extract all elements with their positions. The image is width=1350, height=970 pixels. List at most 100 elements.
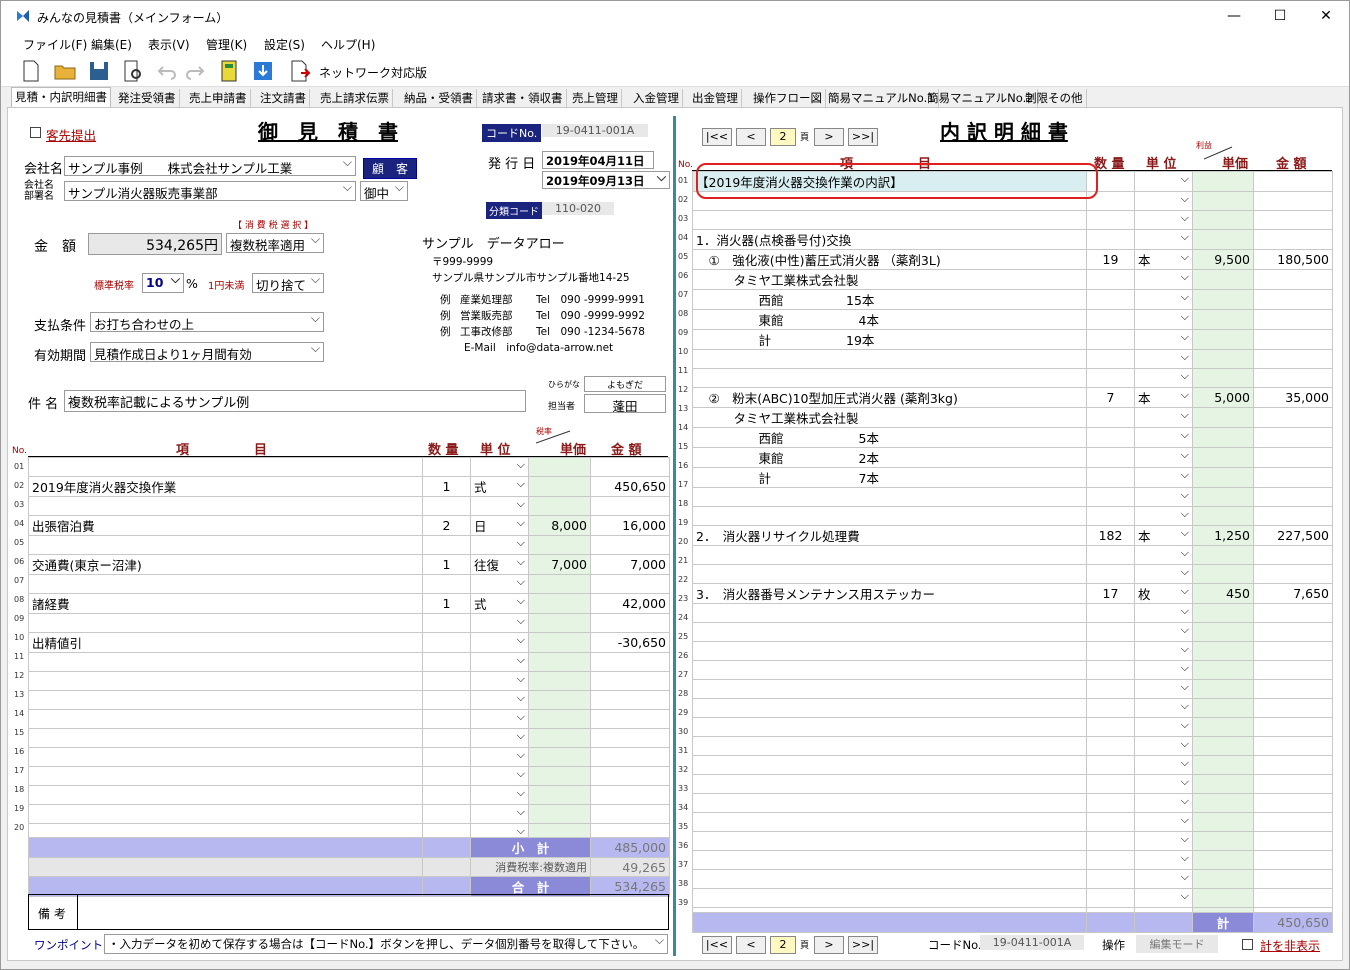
- std-rate-select[interactable]: 10: [142, 273, 184, 293]
- tab-restrictions[interactable]: 制限その他: [1022, 89, 1087, 107]
- amount-cell[interactable]: [1253, 487, 1333, 507]
- item-cell[interactable]: 計 7本: [692, 467, 1087, 488]
- chevron-down-icon[interactable]: ⌵: [517, 806, 525, 820]
- item-cell[interactable]: ② 粉末(ABC)10型加圧式消火器 (薬剤3kg): [692, 387, 1087, 408]
- price-cell[interactable]: [1192, 679, 1254, 699]
- price-cell[interactable]: [1192, 427, 1254, 448]
- amount-cell[interactable]: [1253, 812, 1333, 832]
- item-cell[interactable]: [692, 831, 1087, 851]
- item-cell[interactable]: [692, 641, 1087, 661]
- amount-cell[interactable]: [1253, 622, 1333, 642]
- qty-cell[interactable]: [1086, 793, 1135, 813]
- unit-cell[interactable]: ⌵: [470, 766, 529, 786]
- nav-last-button[interactable]: >>|: [848, 936, 878, 954]
- amount-cell[interactable]: 42,000: [590, 593, 670, 614]
- nav-prev-button[interactable]: <: [736, 128, 766, 146]
- unit-cell[interactable]: ⌵: [1134, 407, 1193, 428]
- qty-cell[interactable]: [1086, 506, 1135, 526]
- unit-cell[interactable]: ⌵: [1134, 641, 1193, 661]
- item-cell[interactable]: 西館 15本: [692, 289, 1087, 310]
- item-cell[interactable]: [692, 210, 1087, 230]
- price-cell[interactable]: 1,250: [1192, 525, 1254, 546]
- unit-cell[interactable]: ⌵: [470, 690, 529, 710]
- unit-cell[interactable]: ⌵: [1134, 349, 1193, 369]
- item-cell[interactable]: [28, 574, 423, 594]
- chevron-down-icon[interactable]: ⌵: [1181, 757, 1189, 771]
- unit-cell[interactable]: ⌵: [1134, 329, 1193, 350]
- price-cell[interactable]: [1192, 717, 1254, 737]
- amount-cell[interactable]: [1253, 269, 1333, 290]
- chevron-down-icon[interactable]: ⌵: [1181, 370, 1189, 384]
- item-cell[interactable]: [28, 671, 423, 691]
- amount-cell[interactable]: [1253, 349, 1333, 369]
- unit-cell[interactable]: ⌵: [1134, 269, 1193, 290]
- unit-cell[interactable]: ⌵: [1134, 368, 1193, 388]
- amount-cell[interactable]: [590, 804, 670, 824]
- amount-cell[interactable]: [1253, 717, 1333, 737]
- qty-cell[interactable]: [1086, 447, 1135, 468]
- customer-submit-checkbox[interactable]: [30, 127, 41, 138]
- amount-cell[interactable]: [1253, 660, 1333, 680]
- qty-cell[interactable]: [1086, 679, 1135, 699]
- unit-cell[interactable]: ⌵: [1134, 812, 1193, 832]
- qty-cell[interactable]: [422, 728, 471, 748]
- amount-cell[interactable]: [1253, 603, 1333, 623]
- item-cell[interactable]: [692, 698, 1087, 718]
- item-cell[interactable]: 1．消火器(点検番号付)交換: [692, 229, 1087, 250]
- unit-cell[interactable]: ⌵: [1134, 755, 1193, 775]
- rounding-select[interactable]: 切り捨て: [252, 273, 324, 293]
- menu-manage[interactable]: 管理(K): [206, 36, 247, 53]
- item-cell[interactable]: [692, 603, 1087, 623]
- item-cell[interactable]: ① 強化液(中性)蓄圧式消火器 （薬剤3L): [692, 249, 1087, 270]
- price-cell[interactable]: [1192, 545, 1254, 565]
- category-code-button[interactable]: 分類コード: [486, 202, 542, 219]
- chevron-down-icon[interactable]: ⌵: [1181, 231, 1189, 245]
- qty-cell[interactable]: [1086, 210, 1135, 230]
- item-cell[interactable]: [28, 785, 423, 805]
- price-cell[interactable]: [1192, 564, 1254, 584]
- chevron-down-icon[interactable]: ⌵: [1181, 605, 1189, 619]
- chevron-down-icon[interactable]: ⌵: [517, 673, 525, 687]
- amount-cell[interactable]: [1253, 329, 1333, 350]
- company-field[interactable]: サンプル事例 株式会社サンプル工業: [64, 156, 356, 176]
- amount-cell[interactable]: [1253, 171, 1333, 192]
- unit-cell[interactable]: ⌵: [470, 709, 529, 729]
- chevron-down-icon[interactable]: ⌵: [1181, 738, 1189, 752]
- qty-cell[interactable]: [422, 747, 471, 767]
- unit-cell[interactable]: ⌵: [1134, 679, 1193, 699]
- unit-cell[interactable]: ⌵: [1134, 309, 1193, 330]
- amount-cell[interactable]: [1253, 368, 1333, 388]
- price-cell[interactable]: [1192, 289, 1254, 310]
- price-cell[interactable]: [1192, 793, 1254, 813]
- unit-cell[interactable]: ⌵: [1134, 831, 1193, 851]
- price-cell[interactable]: [528, 747, 591, 767]
- date2-field[interactable]: 2019年09月13日: [542, 171, 670, 189]
- chevron-down-icon[interactable]: ⌵: [517, 517, 525, 531]
- chevron-down-icon[interactable]: ⌵: [1181, 469, 1189, 483]
- price-cell[interactable]: [1192, 171, 1254, 192]
- price-cell[interactable]: [528, 632, 591, 653]
- tab-payment-in[interactable]: 入金管理: [630, 89, 683, 107]
- item-cell[interactable]: 西館 5本: [692, 427, 1087, 448]
- amount-cell[interactable]: -30,650: [590, 632, 670, 653]
- amount-cell[interactable]: [1253, 774, 1333, 794]
- price-cell[interactable]: [528, 766, 591, 786]
- price-cell[interactable]: [528, 457, 591, 477]
- chevron-down-icon[interactable]: ⌵: [1181, 508, 1189, 522]
- chevron-down-icon[interactable]: ⌵: [517, 556, 525, 570]
- item-cell[interactable]: 東館 2本: [692, 447, 1087, 468]
- price-cell[interactable]: [1192, 698, 1254, 718]
- amount-cell[interactable]: [590, 709, 670, 729]
- price-cell[interactable]: [528, 613, 591, 633]
- item-cell[interactable]: 出張宿泊費: [28, 515, 423, 536]
- qty-cell[interactable]: [422, 709, 471, 729]
- price-cell[interactable]: 9,500: [1192, 249, 1254, 270]
- item-cell[interactable]: 2019年度消火器交換作業: [28, 476, 423, 497]
- chevron-down-icon[interactable]: ⌵: [1181, 251, 1189, 265]
- qty-cell[interactable]: [1086, 269, 1135, 290]
- chevron-down-icon[interactable]: ⌵: [1181, 489, 1189, 503]
- qty-cell[interactable]: [1086, 427, 1135, 448]
- qty-cell[interactable]: [1086, 736, 1135, 756]
- item-cell[interactable]: [28, 613, 423, 633]
- amount-cell[interactable]: [590, 652, 670, 672]
